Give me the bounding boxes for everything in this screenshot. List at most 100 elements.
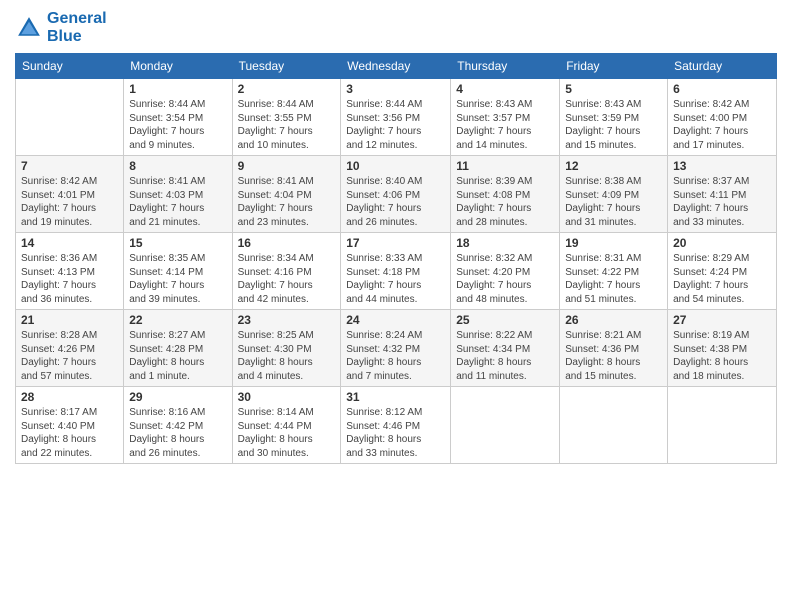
calendar-cell: 1 Sunrise: 8:44 AM Sunset: 3:54 PM Daylig… — [124, 79, 232, 156]
page: General Blue SundayMondayTuesdayWednesda… — [0, 0, 792, 612]
header: General Blue — [15, 10, 777, 45]
day-number: 30 — [238, 390, 336, 404]
header-saturday: Saturday — [668, 54, 777, 79]
logo: General Blue — [15, 10, 107, 45]
day-info: Sunrise: 8:37 AM Sunset: 4:11 PM Dayligh… — [673, 175, 771, 229]
calendar-cell: 12 Sunrise: 8:38 AM Sunset: 4:09 PM Dayli… — [560, 156, 668, 233]
header-tuesday: Tuesday — [232, 54, 341, 79]
day-number: 27 — [673, 313, 771, 327]
day-info: Sunrise: 8:35 AM Sunset: 4:14 PM Dayligh… — [129, 252, 226, 306]
header-thursday: Thursday — [451, 54, 560, 79]
logo-icon — [15, 14, 43, 42]
day-number: 21 — [21, 313, 118, 327]
day-info: Sunrise: 8:36 AM Sunset: 4:13 PM Dayligh… — [21, 252, 118, 306]
logo-text: General Blue — [47, 10, 107, 45]
day-number: 3 — [346, 82, 445, 96]
calendar-cell: 20Sunrise: 8:29 AM Sunset: 4:24 PM Dayli… — [668, 233, 777, 310]
calendar-cell — [668, 387, 777, 464]
day-number: 7 — [21, 159, 118, 173]
day-info: Sunrise: 8:40 AM Sunset: 4:06 PM Dayligh… — [346, 175, 445, 229]
day-info: Sunrise: 8:41 AM Sunset: 4:03 PM Dayligh… — [129, 175, 226, 229]
calendar-cell: 17 Sunrise: 8:33 AM Sunset: 4:18 PM Dayli… — [341, 233, 451, 310]
calendar-cell: 23 Sunrise: 8:25 AM Sunset: 4:30 PM Dayli… — [232, 310, 341, 387]
calendar-cell: 15 Sunrise: 8:35 AM Sunset: 4:14 PM Dayli… — [124, 233, 232, 310]
calendar-cell: 30 Sunrise: 8:14 AM Sunset: 4:44 PM Dayli… — [232, 387, 341, 464]
calendar-cell: 29 Sunrise: 8:16 AM Sunset: 4:42 PM Dayli… — [124, 387, 232, 464]
day-number: 6 — [673, 82, 771, 96]
calendar-cell: 13 Sunrise: 8:37 AM Sunset: 4:11 PM Dayli… — [668, 156, 777, 233]
calendar-cell: 24 Sunrise: 8:24 AM Sunset: 4:32 PM Dayli… — [341, 310, 451, 387]
calendar-cell — [560, 387, 668, 464]
day-number: 26 — [565, 313, 662, 327]
day-info: Sunrise: 8:22 AM Sunset: 4:34 PM Dayligh… — [456, 329, 554, 383]
week-row-5: 28Sunrise: 8:17 AM Sunset: 4:40 PM Dayli… — [16, 387, 777, 464]
day-info: Sunrise: 8:31 AM Sunset: 4:22 PM Dayligh… — [565, 252, 662, 306]
day-info: Sunrise: 8:33 AM Sunset: 4:18 PM Dayligh… — [346, 252, 445, 306]
day-info: Sunrise: 8:44 AM Sunset: 3:55 PM Dayligh… — [238, 98, 336, 152]
day-number: 16 — [238, 236, 336, 250]
day-number: 8 — [129, 159, 226, 173]
day-info: Sunrise: 8:17 AM Sunset: 4:40 PM Dayligh… — [21, 406, 118, 460]
day-info: Sunrise: 8:32 AM Sunset: 4:20 PM Dayligh… — [456, 252, 554, 306]
header-wednesday: Wednesday — [341, 54, 451, 79]
day-info: Sunrise: 8:24 AM Sunset: 4:32 PM Dayligh… — [346, 329, 445, 383]
calendar-cell: 25 Sunrise: 8:22 AM Sunset: 4:34 PM Dayli… — [451, 310, 560, 387]
day-number: 18 — [456, 236, 554, 250]
day-number: 15 — [129, 236, 226, 250]
header-monday: Monday — [124, 54, 232, 79]
calendar-cell: 2 Sunrise: 8:44 AM Sunset: 3:55 PM Daylig… — [232, 79, 341, 156]
day-number: 4 — [456, 82, 554, 96]
calendar-cell — [16, 79, 124, 156]
day-number: 2 — [238, 82, 336, 96]
calendar-cell: 8 Sunrise: 8:41 AM Sunset: 4:03 PM Daylig… — [124, 156, 232, 233]
day-info: Sunrise: 8:34 AM Sunset: 4:16 PM Dayligh… — [238, 252, 336, 306]
calendar-cell: 27 Sunrise: 8:19 AM Sunset: 4:38 PM Dayli… — [668, 310, 777, 387]
calendar-cell: 11Sunrise: 8:39 AM Sunset: 4:08 PM Dayli… — [451, 156, 560, 233]
day-number: 25 — [456, 313, 554, 327]
day-info: Sunrise: 8:27 AM Sunset: 4:28 PM Dayligh… — [129, 329, 226, 383]
day-number: 12 — [565, 159, 662, 173]
calendar-cell: 28Sunrise: 8:17 AM Sunset: 4:40 PM Dayli… — [16, 387, 124, 464]
day-info: Sunrise: 8:38 AM Sunset: 4:09 PM Dayligh… — [565, 175, 662, 229]
calendar-cell: 31Sunrise: 8:12 AM Sunset: 4:46 PM Dayli… — [341, 387, 451, 464]
day-number: 14 — [21, 236, 118, 250]
header-sunday: Sunday — [16, 54, 124, 79]
header-friday: Friday — [560, 54, 668, 79]
calendar-cell: 21 Sunrise: 8:28 AM Sunset: 4:26 PM Dayli… — [16, 310, 124, 387]
calendar-cell — [451, 387, 560, 464]
day-number: 24 — [346, 313, 445, 327]
calendar-cell: 16 Sunrise: 8:34 AM Sunset: 4:16 PM Dayli… — [232, 233, 341, 310]
day-number: 13 — [673, 159, 771, 173]
calendar-cell: 26Sunrise: 8:21 AM Sunset: 4:36 PM Dayli… — [560, 310, 668, 387]
day-info: Sunrise: 8:44 AM Sunset: 3:54 PM Dayligh… — [129, 98, 226, 152]
day-info: Sunrise: 8:42 AM Sunset: 4:01 PM Dayligh… — [21, 175, 118, 229]
day-number: 31 — [346, 390, 445, 404]
calendar-cell: 7 Sunrise: 8:42 AM Sunset: 4:01 PM Daylig… — [16, 156, 124, 233]
day-number: 29 — [129, 390, 226, 404]
day-number: 1 — [129, 82, 226, 96]
calendar-cell: 10Sunrise: 8:40 AM Sunset: 4:06 PM Dayli… — [341, 156, 451, 233]
day-number: 5 — [565, 82, 662, 96]
day-number: 17 — [346, 236, 445, 250]
day-info: Sunrise: 8:16 AM Sunset: 4:42 PM Dayligh… — [129, 406, 226, 460]
calendar-cell: 4Sunrise: 8:43 AM Sunset: 3:57 PM Daylig… — [451, 79, 560, 156]
day-info: Sunrise: 8:14 AM Sunset: 4:44 PM Dayligh… — [238, 406, 336, 460]
calendar-cell: 3Sunrise: 8:44 AM Sunset: 3:56 PM Daylig… — [341, 79, 451, 156]
day-info: Sunrise: 8:28 AM Sunset: 4:26 PM Dayligh… — [21, 329, 118, 383]
day-info: Sunrise: 8:41 AM Sunset: 4:04 PM Dayligh… — [238, 175, 336, 229]
calendar-cell: 6Sunrise: 8:42 AM Sunset: 4:00 PM Daylig… — [668, 79, 777, 156]
day-number: 22 — [129, 313, 226, 327]
calendar-cell: 14 Sunrise: 8:36 AM Sunset: 4:13 PM Dayli… — [16, 233, 124, 310]
calendar-cell: 19Sunrise: 8:31 AM Sunset: 4:22 PM Dayli… — [560, 233, 668, 310]
calendar-table: SundayMondayTuesdayWednesdayThursdayFrid… — [15, 53, 777, 464]
week-row-1: 1 Sunrise: 8:44 AM Sunset: 3:54 PM Daylig… — [16, 79, 777, 156]
day-info: Sunrise: 8:39 AM Sunset: 4:08 PM Dayligh… — [456, 175, 554, 229]
day-info: Sunrise: 8:25 AM Sunset: 4:30 PM Dayligh… — [238, 329, 336, 383]
day-info: Sunrise: 8:19 AM Sunset: 4:38 PM Dayligh… — [673, 329, 771, 383]
day-number: 9 — [238, 159, 336, 173]
calendar-cell: 22 Sunrise: 8:27 AM Sunset: 4:28 PM Dayli… — [124, 310, 232, 387]
calendar-cell: 9 Sunrise: 8:41 AM Sunset: 4:04 PM Daylig… — [232, 156, 341, 233]
day-number: 23 — [238, 313, 336, 327]
day-info: Sunrise: 8:43 AM Sunset: 3:59 PM Dayligh… — [565, 98, 662, 152]
week-row-3: 14 Sunrise: 8:36 AM Sunset: 4:13 PM Dayli… — [16, 233, 777, 310]
